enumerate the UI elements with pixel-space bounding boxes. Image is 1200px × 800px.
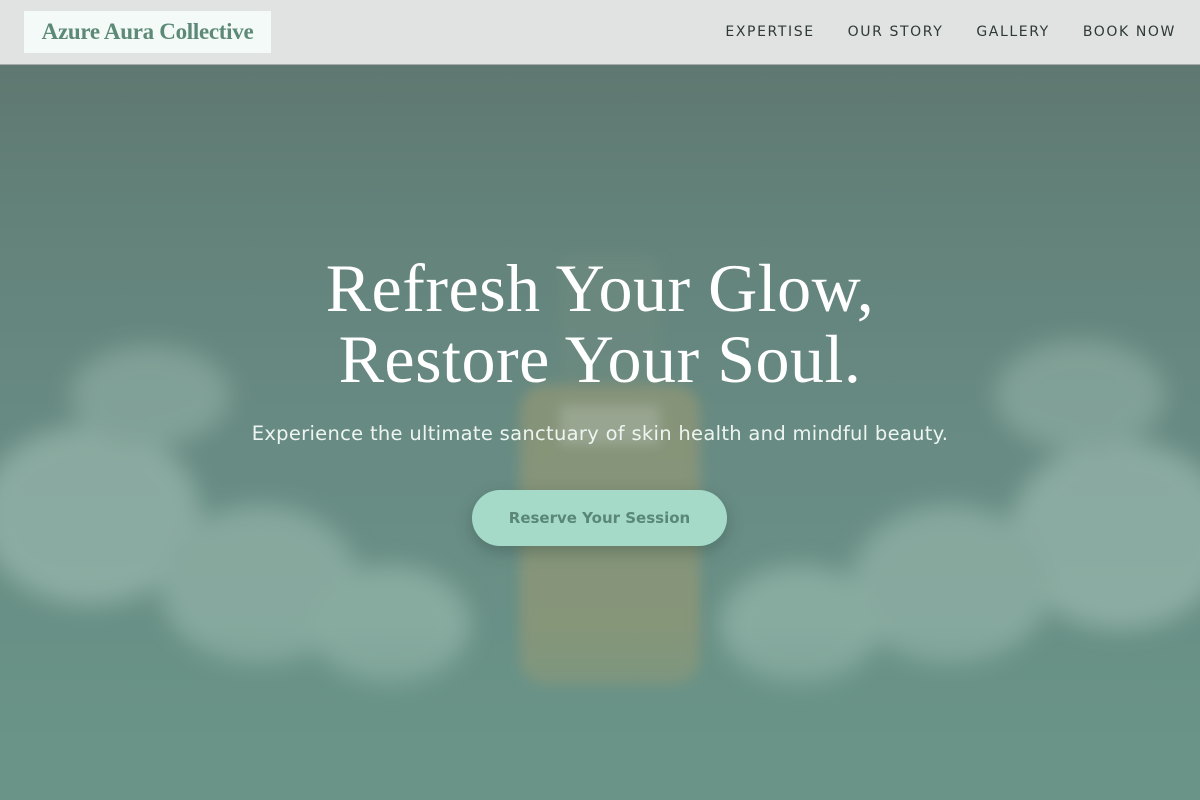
- reserve-session-button[interactable]: Reserve Your Session: [472, 490, 727, 546]
- site-header: Azure Aura Collective EXPERTISE OUR STOR…: [0, 0, 1200, 65]
- hero-content: Refresh Your Glow, Restore Your Soul. Ex…: [0, 65, 1200, 800]
- nav-our-story[interactable]: OUR STORY: [848, 24, 944, 40]
- nav-gallery[interactable]: GALLERY: [976, 24, 1049, 40]
- main-nav: EXPERTISE OUR STORY GALLERY BOOK NOW: [725, 0, 1176, 64]
- headline-line-2: Restore Your Soul.: [338, 321, 862, 397]
- headline-line-1: Refresh Your Glow,: [325, 250, 875, 326]
- hero-headline: Refresh Your Glow, Restore Your Soul.: [0, 253, 1200, 395]
- nav-book-now[interactable]: BOOK NOW: [1083, 24, 1176, 40]
- brand-logo[interactable]: Azure Aura Collective: [24, 11, 271, 53]
- hero-section: Refresh Your Glow, Restore Your Soul. Ex…: [0, 65, 1200, 800]
- nav-expertise[interactable]: EXPERTISE: [725, 24, 814, 40]
- hero-subtitle: Experience the ultimate sanctuary of ski…: [251, 422, 949, 445]
